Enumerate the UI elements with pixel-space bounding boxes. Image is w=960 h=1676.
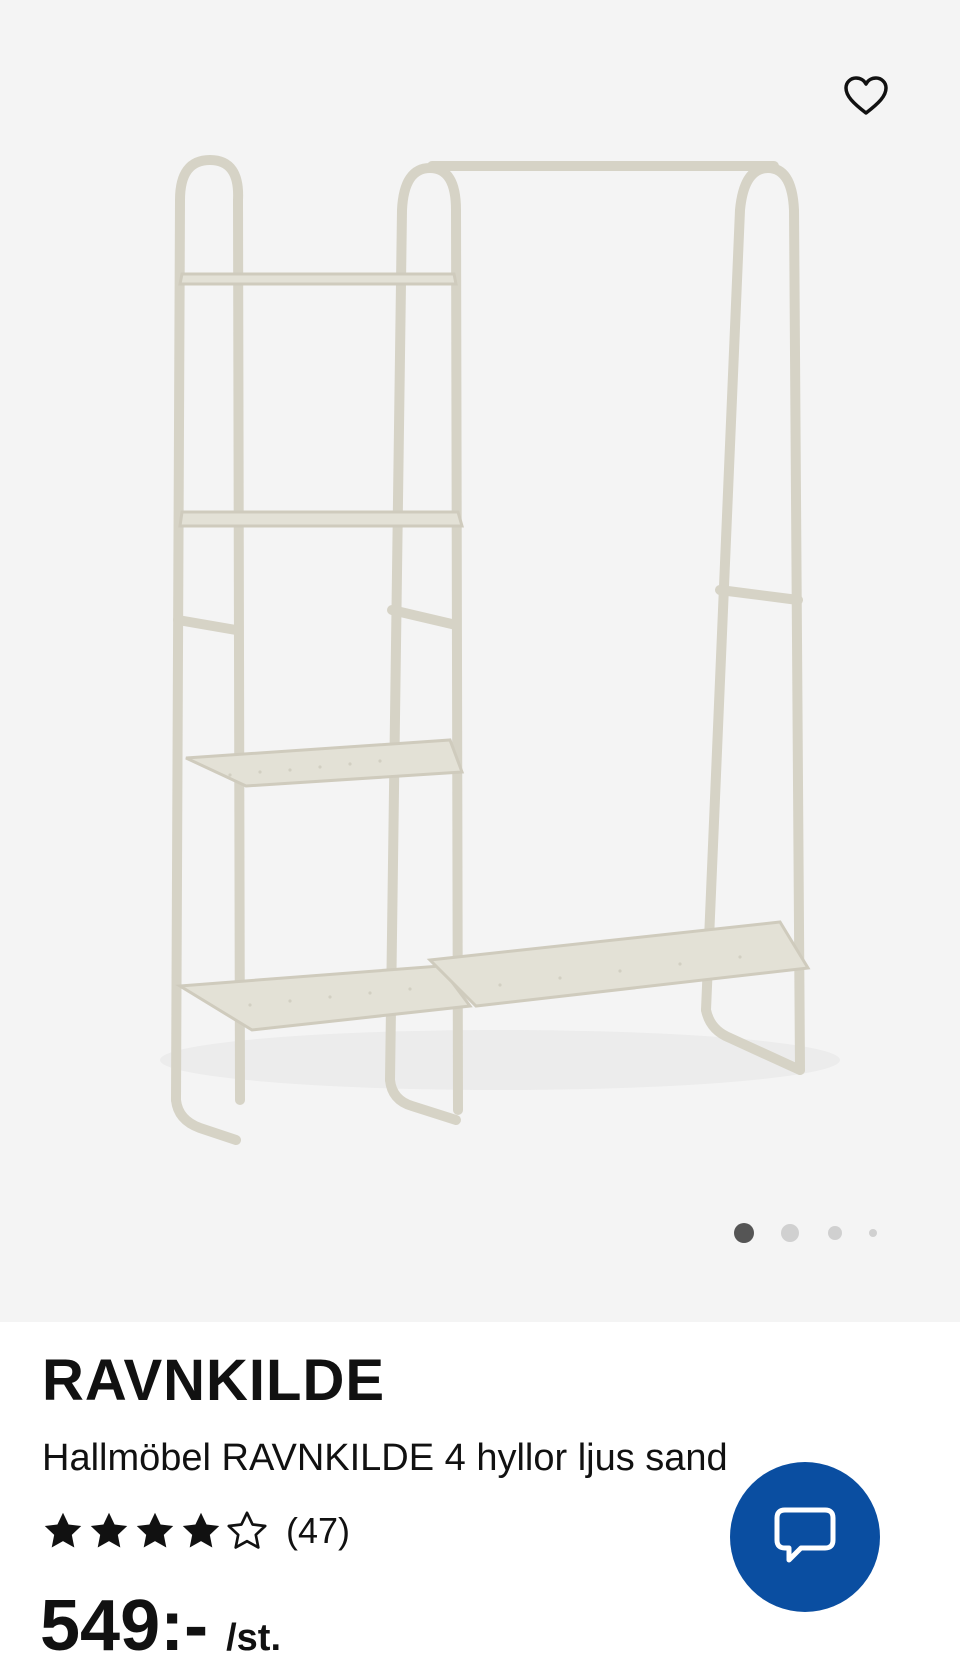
chat-bubble-icon bbox=[774, 1507, 836, 1563]
star-filled-icon bbox=[136, 1512, 174, 1548]
price-unit: /st. bbox=[226, 1617, 281, 1659]
carousel-dot-2[interactable] bbox=[781, 1224, 799, 1242]
carousel-dot-4[interactable] bbox=[869, 1229, 877, 1237]
product-rating[interactable]: (47) bbox=[40, 1506, 350, 1556]
price-row: 549:- /st. bbox=[40, 1590, 281, 1662]
chat-button[interactable] bbox=[730, 1462, 880, 1612]
star-filled-icon bbox=[44, 1512, 82, 1548]
star-filled-icon bbox=[90, 1512, 128, 1548]
product-image bbox=[160, 155, 840, 1145]
heart-outline-icon bbox=[844, 76, 888, 115]
star-filled-icon bbox=[182, 1512, 220, 1548]
carousel-indicator bbox=[720, 1220, 890, 1246]
review-count: (47) bbox=[286, 1510, 351, 1551]
rating-stars bbox=[40, 1508, 270, 1554]
product-description: Hallmöbel RAVNKILDE 4 hyllor ljus sand bbox=[42, 1438, 728, 1479]
carousel-dot-3[interactable] bbox=[828, 1226, 842, 1240]
wishlist-button[interactable] bbox=[836, 66, 896, 126]
product-image-gallery[interactable] bbox=[0, 0, 960, 1322]
star-outline-icon bbox=[227, 1511, 267, 1549]
product-price: 549:- bbox=[40, 1586, 209, 1666]
product-title: RAVNKILDE bbox=[42, 1348, 386, 1413]
carousel-dot-1[interactable] bbox=[734, 1223, 754, 1243]
